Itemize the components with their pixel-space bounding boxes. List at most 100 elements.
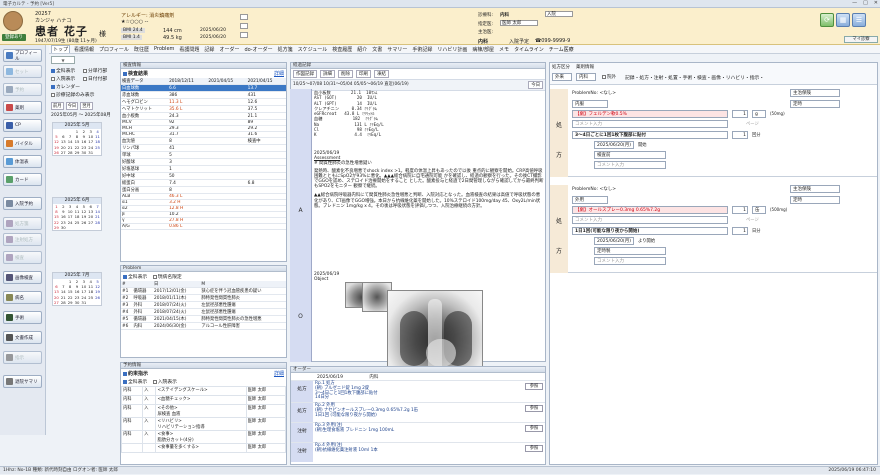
tab-item[interactable]: 紹介 bbox=[356, 46, 368, 53]
calendar-day[interactable]: 27 bbox=[60, 150, 67, 155]
next-button[interactable]: 翌月 bbox=[80, 102, 93, 110]
reservation-filter-adm[interactable]: 入院表示 bbox=[152, 379, 177, 385]
today-button[interactable]: 今日 bbox=[528, 81, 543, 89]
calendar-day[interactable]: 27 bbox=[53, 300, 60, 305]
order-item[interactable]: 処方 Rp.1 処方 (朝) ブルゼニド錠 1mg 2錠 3～4日ごと1回1枚下腹部に… bbox=[291, 380, 545, 403]
tab-item[interactable]: トップ bbox=[51, 45, 71, 53]
order-item[interactable]: 処方 Rp.2 外用 (朝) ナセビンオールスプレー0.3mg 0.65%7.2g … bbox=[291, 402, 545, 423]
rx-comment-input-2[interactable]: コメント入力 bbox=[594, 161, 666, 169]
order-ref-button[interactable]: 参照 bbox=[525, 405, 543, 413]
problem-row[interactable]: #2 呼吸器 2018/01/11(木) 肺特発性間質性肺炎 bbox=[121, 294, 286, 302]
calendar-day[interactable]: 30 bbox=[60, 225, 67, 230]
refresh-icon[interactable]: ⟳ bbox=[820, 13, 834, 27]
nav-button[interactable]: 手術 bbox=[3, 311, 42, 324]
order-ref-button[interactable]: 参照 bbox=[525, 445, 543, 453]
lab-row[interactable]: 白血球数 6.6 13.7 bbox=[121, 84, 286, 92]
rx-problem-no[interactable]: ProblemNo: <なし> bbox=[572, 90, 616, 96]
reservation-row[interactable]: 内科入 <ステイデングスケール> 医師 太郎 bbox=[120, 386, 287, 396]
lab-row[interactable]: 好中球 50 bbox=[121, 172, 286, 180]
rx-route-select[interactable]: 外用 bbox=[572, 196, 608, 204]
settings-button[interactable]: マイ診察 bbox=[844, 36, 878, 43]
lab-row[interactable]: 総蛋白 7.4 6.8 bbox=[121, 179, 286, 187]
calendar-day[interactable]: 24 bbox=[67, 220, 74, 225]
filter-admission-row[interactable]: 入院表示 bbox=[51, 75, 75, 82]
reservation-row[interactable]: 内科入 <食事> 脂肪分カット(4分) 医師 太郎 bbox=[120, 430, 287, 444]
checkbox-icon[interactable] bbox=[152, 274, 157, 279]
lab-detail-link[interactable]: 詳細 bbox=[274, 70, 284, 77]
checkbox-icon[interactable] bbox=[51, 76, 55, 81]
checkbox-icon[interactable] bbox=[51, 68, 55, 73]
calendar-day[interactable]: 25 bbox=[94, 145, 101, 150]
nav-button[interactable]: 退院サマリ bbox=[3, 375, 42, 388]
lab-row[interactable]: リンパ球 41 bbox=[121, 144, 286, 152]
nav-button[interactable]: 画像検査 bbox=[3, 271, 42, 284]
memo-button[interactable]: 作図記録 bbox=[293, 70, 317, 78]
rx-days-input[interactable]: 1 bbox=[732, 227, 748, 235]
tab-item[interactable]: 看護情報 bbox=[73, 46, 95, 53]
nav-button[interactable]: 文書作成 bbox=[3, 331, 42, 344]
checkbox-icon[interactable] bbox=[83, 76, 87, 81]
calendar-day[interactable]: 31 bbox=[80, 300, 87, 305]
calendar-day[interactable]: 26 bbox=[80, 220, 87, 225]
prev-button[interactable]: 前月 bbox=[51, 102, 64, 110]
outside-checkbox[interactable]: 院外 bbox=[602, 74, 616, 80]
nav-button[interactable]: 入院予約 bbox=[3, 197, 42, 210]
rx-drug-input[interactable]: 【劇】オールスプレー0.3mg 0.65%7.2g bbox=[572, 206, 728, 214]
tab-item[interactable]: 看護問題 bbox=[178, 46, 200, 53]
reservation-row[interactable]: <食事量を多くする> 医師 太郎 bbox=[120, 443, 287, 453]
rx-type-select[interactable]: 定時 bbox=[790, 196, 840, 204]
patient-avatar[interactable] bbox=[3, 11, 23, 31]
nav-button[interactable]: バイタル bbox=[3, 137, 42, 150]
order-item[interactable]: 注射 Rp.4 外用(注) (朝)抗線維化薬注射液 10ml 1本 参照 bbox=[291, 442, 545, 463]
nav-button[interactable]: 体温表 bbox=[3, 155, 42, 168]
dept-select[interactable]: 外来 bbox=[552, 73, 572, 81]
header-checkbox[interactable] bbox=[240, 23, 248, 29]
filter-all-row[interactable]: 全科表示 bbox=[51, 67, 75, 74]
rx-insurance-select[interactable]: 主治保険 bbox=[790, 185, 840, 193]
problem-filter-status[interactable]: 現病名限定 bbox=[152, 274, 182, 280]
order-ref-button[interactable]: 参照 bbox=[525, 425, 543, 433]
tab-item[interactable]: オーダー bbox=[218, 46, 240, 53]
checkbox-icon[interactable] bbox=[123, 379, 127, 384]
tab-item[interactable]: 検査履歴 bbox=[331, 46, 353, 53]
nav-button[interactable]: 予約 bbox=[3, 83, 42, 96]
tab-item[interactable]: 手術記録 bbox=[411, 46, 433, 53]
layout-icon[interactable]: ▦ bbox=[836, 13, 850, 27]
reservation-row[interactable]: 内科入 <その他> 尿検査 血液 医師 太郎 bbox=[120, 404, 287, 418]
tab-item[interactable]: do-オーダー bbox=[243, 46, 273, 53]
lab-row[interactable]: ヘマトクリット 35.6 L 37.5 bbox=[121, 105, 286, 113]
tab-item[interactable]: 処方箋 bbox=[277, 46, 294, 53]
tab-item[interactable]: 記録 bbox=[203, 46, 215, 53]
filter-calendar-row[interactable]: カレンダー bbox=[51, 83, 80, 90]
lab-row[interactable]: 血沈値 8 検査中 bbox=[121, 137, 286, 145]
rx-type-select[interactable]: 定時 bbox=[790, 100, 840, 108]
rx-comment-input[interactable]: コメント入力 bbox=[572, 216, 728, 224]
checkbox-icon[interactable] bbox=[123, 71, 127, 76]
problem-row[interactable]: #4 外科 2018/07/24(火) 左鼠径部悪性腫瘍 bbox=[121, 308, 286, 316]
list-icon[interactable]: ☰ bbox=[852, 13, 866, 27]
calendar-day[interactable]: 30 bbox=[74, 300, 81, 305]
tab-item[interactable]: 既往歴 bbox=[133, 46, 150, 53]
archive-button[interactable]: 凍結 bbox=[374, 70, 389, 78]
calendar-day[interactable]: 25 bbox=[74, 220, 81, 225]
lab-row[interactable]: 好酸球 3 bbox=[121, 158, 286, 166]
order-item[interactable]: 注射 Rp.3 外用(注) (朝)生理食塩液 ブレドニン 1mg 100mL 参照 bbox=[291, 422, 545, 443]
checkbox-icon[interactable] bbox=[602, 74, 606, 79]
nav-button[interactable]: 処方箋 bbox=[3, 217, 42, 230]
filter-date-row[interactable]: 日付付部 bbox=[83, 75, 107, 82]
rx-days-input[interactable]: 1 bbox=[732, 131, 748, 139]
nav-button[interactable]: 指示 bbox=[3, 351, 42, 364]
checkbox-icon[interactable] bbox=[83, 68, 87, 73]
rx-comment-input[interactable]: コメント入力 bbox=[572, 120, 728, 128]
calendar-day[interactable]: 29 bbox=[67, 300, 74, 305]
tab-item[interactable]: プロフィール bbox=[98, 46, 130, 53]
calendar-day[interactable]: 29 bbox=[53, 225, 60, 230]
nav-button[interactable]: 薬剤 bbox=[3, 101, 42, 114]
rx-timing-input[interactable]: 検査前 bbox=[594, 151, 666, 159]
rx-drug-input[interactable]: 【劇】フェルデン軟0.5% bbox=[572, 110, 728, 118]
minimize-button[interactable]: — bbox=[852, 0, 857, 6]
filter-button[interactable]: ▼ bbox=[51, 56, 75, 64]
lab-row[interactable]: 単球 5 bbox=[121, 151, 286, 159]
lab-row[interactable]: A/G 0.86 L bbox=[121, 223, 286, 230]
rx-insurance-select[interactable]: 主治保険 bbox=[790, 89, 840, 97]
